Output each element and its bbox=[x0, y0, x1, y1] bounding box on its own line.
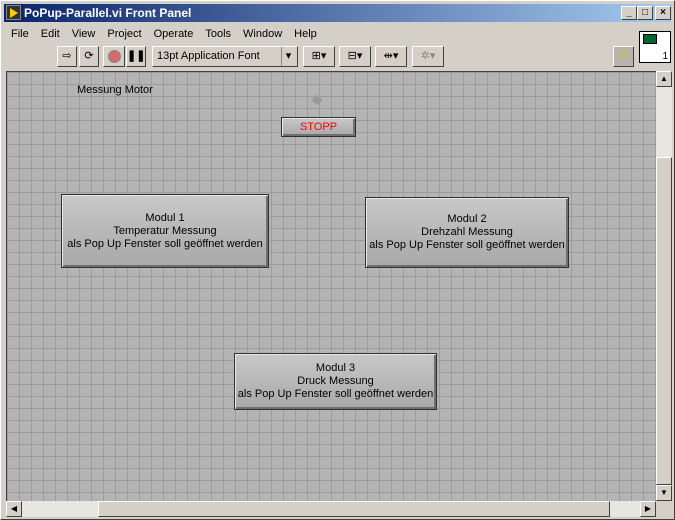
modul-desc: Druck Messung bbox=[297, 375, 374, 387]
vi-app-icon bbox=[6, 5, 21, 20]
menu-project[interactable]: Project bbox=[101, 25, 147, 43]
font-select-value: 13pt Application Font bbox=[157, 50, 260, 62]
menu-bar: File Edit View Project Operate Tools Win… bbox=[5, 25, 323, 43]
front-panel-window: PoPup-Parallel.vi Front Panel _ □ × File… bbox=[0, 0, 675, 520]
run-continuously-icon[interactable]: ⟳ bbox=[79, 46, 99, 67]
stopp-label: STOPP bbox=[299, 120, 338, 133]
modul-2-button[interactable]: Modul 2 Drehzahl Messung als Pop Up Fenste… bbox=[365, 197, 569, 268]
menu-help[interactable]: Help bbox=[288, 25, 323, 43]
horizontal-scrollbar[interactable]: ◀ ▶ bbox=[6, 501, 656, 517]
origin-marker-icon bbox=[311, 94, 323, 106]
stopp-button[interactable]: STOPP bbox=[281, 117, 356, 137]
pause-icon[interactable]: ❚❚ bbox=[126, 46, 146, 67]
help-icon[interactable]: ? bbox=[613, 46, 634, 67]
vertical-scroll-thumb[interactable] bbox=[656, 157, 672, 485]
panel-label: Messung Motor bbox=[77, 84, 153, 96]
modul-desc: Temperatur Messung bbox=[113, 224, 217, 237]
scroll-left-icon[interactable]: ◀ bbox=[6, 501, 22, 517]
menu-operate[interactable]: Operate bbox=[148, 25, 200, 43]
modul-desc: Drehzahl Messung bbox=[421, 226, 513, 238]
menu-file[interactable]: File bbox=[5, 25, 35, 43]
vi-connector-icon[interactable]: 1 bbox=[639, 31, 671, 63]
menu-tools[interactable]: Tools bbox=[199, 25, 237, 43]
modul-note: als Pop Up Fenster soll geöffnet werden bbox=[67, 237, 263, 250]
vertical-scrollbar[interactable]: ▲ ▼ bbox=[656, 71, 672, 501]
run-arrow-icon[interactable]: ⇨ bbox=[57, 46, 77, 67]
scroll-right-icon[interactable]: ▶ bbox=[640, 501, 656, 517]
align-objects-icon[interactable]: ⊞▾ bbox=[303, 46, 335, 67]
modul-1-button[interactable]: Modul 1 Temperatur Messung als Pop Up Fens… bbox=[61, 194, 269, 268]
title-bar: PoPup-Parallel.vi Front Panel _ □ × bbox=[4, 4, 672, 22]
modul-3-button[interactable]: Modul 3 Druck Messung als Pop Up Fenster s… bbox=[234, 353, 437, 410]
font-select[interactable]: 13pt Application Font ▾ bbox=[152, 46, 298, 67]
help-glyph: ? bbox=[620, 50, 627, 62]
abort-icon[interactable] bbox=[103, 46, 125, 67]
distribute-objects-icon[interactable]: ⊟▾ bbox=[339, 46, 371, 67]
modul-note: als Pop Up Fenster soll geöffnet werden bbox=[237, 388, 434, 400]
resize-objects-icon[interactable]: ⇹▾ bbox=[375, 46, 407, 67]
menu-window[interactable]: Window bbox=[237, 25, 288, 43]
chevron-down-icon: ▾ bbox=[281, 47, 295, 66]
modul-label: Modul 3 bbox=[315, 362, 356, 374]
modul-label: Modul 2 bbox=[447, 213, 487, 225]
modul-label: Modul 1 bbox=[145, 211, 185, 224]
modul-note: als Pop Up Fenster soll geöffnet werden bbox=[369, 239, 565, 251]
scroll-down-icon[interactable]: ▼ bbox=[656, 485, 672, 501]
scroll-up-icon[interactable]: ▲ bbox=[656, 71, 672, 87]
window-title: PoPup-Parallel.vi Front Panel bbox=[24, 6, 192, 20]
icon-number: 1 bbox=[662, 51, 668, 62]
close-button[interactable]: × bbox=[655, 6, 671, 20]
horizontal-scroll-thumb[interactable] bbox=[98, 501, 610, 517]
menu-view[interactable]: View bbox=[66, 25, 102, 43]
front-panel-canvas[interactable]: Messung Motor STOPP Modul 1 Temperatur Me… bbox=[6, 71, 656, 501]
maximize-button[interactable]: □ bbox=[637, 6, 653, 20]
menu-edit[interactable]: Edit bbox=[35, 25, 66, 43]
minimize-button[interactable]: _ bbox=[621, 6, 637, 20]
reorder-icon[interactable]: ✲▾ bbox=[412, 46, 444, 67]
